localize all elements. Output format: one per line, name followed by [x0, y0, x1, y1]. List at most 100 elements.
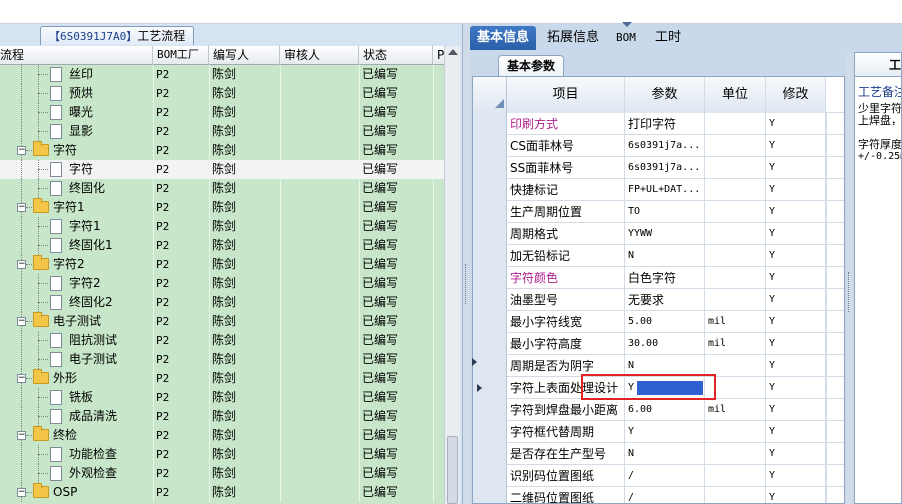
param-row[interactable]: 最小字符线宽 5.00 mil Y: [473, 311, 844, 333]
param-row[interactable]: 二维码位置图纸 / Y: [473, 487, 844, 503]
tree-step-row[interactable]: 功能检查 P2 陈剑 已编写: [0, 445, 444, 464]
row-indicator[interactable]: [473, 113, 507, 135]
param-row[interactable]: 识别码位置图纸 / Y: [473, 465, 844, 487]
param-modify-flag[interactable]: Y: [766, 113, 826, 135]
param-modify-flag[interactable]: Y: [766, 245, 826, 267]
param-row[interactable]: 字符到焊盘最小距离 6.00 mil Y: [473, 399, 844, 421]
collapse-toggle-icon[interactable]: −: [17, 374, 26, 383]
param-value[interactable]: 6.00: [625, 399, 705, 421]
tab-basic-info[interactable]: 基本信息: [470, 26, 537, 50]
scroll-thumb[interactable]: [447, 436, 458, 504]
collapse-toggle-icon[interactable]: −: [17, 203, 26, 212]
col-unit[interactable]: 单位: [705, 77, 766, 113]
param-value[interactable]: N: [625, 443, 705, 465]
panel-splitter[interactable]: [463, 24, 470, 504]
param-value[interactable]: 白色字符: [625, 267, 705, 289]
param-modify-flag[interactable]: Y: [766, 333, 826, 355]
param-row[interactable]: 印刷方式 打印字符 Y: [473, 113, 844, 135]
row-indicator[interactable]: [473, 333, 507, 355]
param-modify-flag[interactable]: Y: [766, 201, 826, 223]
col-reviewer[interactable]: 审核人: [280, 46, 359, 65]
tab-work-hours[interactable]: 工时: [648, 26, 688, 50]
param-value[interactable]: TO: [625, 201, 705, 223]
param-row[interactable]: 加无铅标记 N Y: [473, 245, 844, 267]
tree-step-row[interactable]: 曝光 P2 陈剑 已编写: [0, 103, 444, 122]
tree-folder-row[interactable]: − 电子测试 P2 陈剑 已编写: [0, 312, 444, 331]
param-value[interactable]: 无要求: [625, 289, 705, 311]
param-value[interactable]: 6s0391j7a...: [625, 157, 705, 179]
param-value[interactable]: /: [625, 487, 705, 503]
row-indicator[interactable]: [473, 201, 507, 223]
param-row[interactable]: 最小字符高度 30.00 mil Y: [473, 333, 844, 355]
tree-folder-row[interactable]: − OSP P2 陈剑 已编写: [0, 483, 444, 502]
param-modify-flag[interactable]: Y: [766, 289, 826, 311]
param-modify-flag[interactable]: Y: [766, 179, 826, 201]
notes-splitter[interactable]: [846, 52, 853, 504]
col-item[interactable]: 项目: [507, 77, 625, 113]
param-value[interactable]: 打印字符: [625, 113, 705, 135]
notes-splitter-grip[interactable]: [848, 272, 851, 312]
row-indicator[interactable]: [473, 465, 507, 487]
row-indicator[interactable]: [473, 245, 507, 267]
col-status[interactable]: 状态: [359, 46, 433, 65]
tab-extended-info[interactable]: 拓展信息: [540, 26, 606, 50]
param-modify-flag[interactable]: Y: [766, 311, 826, 333]
col-extra[interactable]: P: [433, 46, 444, 65]
tree-step-row[interactable]: 终固化1 P2 陈剑 已编写: [0, 236, 444, 255]
row-indicator[interactable]: [473, 443, 507, 465]
tree-folder-row[interactable]: − 字符1 P2 陈剑 已编写: [0, 198, 444, 217]
col-author[interactable]: 编写人: [209, 46, 280, 65]
param-row[interactable]: 字符颜色 白色字符 Y: [473, 267, 844, 289]
process-flow-tab[interactable]: 【6S0391J7A0】工艺流程: [40, 26, 195, 45]
param-modify-flag[interactable]: Y: [766, 135, 826, 157]
row-indicator[interactable]: [473, 267, 507, 289]
tree-step-row[interactable]: 丝印 P2 陈剑 已编写: [0, 65, 444, 84]
row-indicator[interactable]: [473, 399, 507, 421]
collapse-toggle-icon[interactable]: −: [17, 488, 26, 497]
param-modify-flag[interactable]: Y: [766, 421, 826, 443]
collapse-toggle-icon[interactable]: −: [17, 260, 26, 269]
col-modify[interactable]: 修改: [766, 77, 826, 113]
param-modify-flag[interactable]: Y: [766, 267, 826, 289]
row-indicator[interactable]: [473, 179, 507, 201]
collapse-toggle-icon[interactable]: −: [17, 146, 26, 155]
tree-scrollbar[interactable]: [444, 46, 460, 504]
tree-step-row[interactable]: 阻抗测试 P2 陈剑 已编写: [0, 331, 444, 350]
param-row[interactable]: 是否存在生产型号 N Y: [473, 443, 844, 465]
row-indicator[interactable]: [473, 377, 507, 399]
tree-step-row[interactable]: 字符2 P2 陈剑 已编写: [0, 274, 444, 293]
col-param[interactable]: 参数: [625, 77, 705, 113]
tree-step-row[interactable]: 成品清洗 P2 陈剑 已编写: [0, 407, 444, 426]
param-row[interactable]: 油墨型号 无要求 Y: [473, 289, 844, 311]
collapse-toggle-icon[interactable]: −: [17, 431, 26, 440]
param-row[interactable]: 字符框代替周期 Y Y: [473, 421, 844, 443]
row-indicator[interactable]: [473, 157, 507, 179]
row-indicator[interactable]: [473, 355, 507, 377]
row-indicator[interactable]: [473, 289, 507, 311]
param-row[interactable]: SS面菲林号 6s0391j7a... Y: [473, 157, 844, 179]
tree-folder-row[interactable]: − 字符2 P2 陈剑 已编写: [0, 255, 444, 274]
notes-tab[interactable]: 工: [855, 53, 901, 77]
tree-folder-row[interactable]: − 终检 P2 陈剑 已编写: [0, 426, 444, 445]
col-bom-factory[interactable]: BOM工厂: [153, 46, 209, 65]
scroll-up-icon[interactable]: [448, 49, 458, 55]
param-value[interactable]: /: [625, 465, 705, 487]
param-row[interactable]: 快捷标记 FP+UL+DAT... Y: [473, 179, 844, 201]
tree-step-row[interactable]: 显影 P2 陈剑 已编写: [0, 122, 444, 141]
tree-step-row[interactable]: 电子测试 P2 陈剑 已编写: [0, 350, 444, 369]
tree-step-row[interactable]: 字符1 P2 陈剑 已编写: [0, 217, 444, 236]
param-modify-flag[interactable]: Y: [766, 355, 826, 377]
param-modify-flag[interactable]: Y: [766, 377, 826, 399]
tree-step-row[interactable]: 铣板 P2 陈剑 已编写: [0, 388, 444, 407]
col-process[interactable]: 流程: [0, 46, 153, 65]
param-modify-flag[interactable]: Y: [766, 157, 826, 179]
tree-step-row[interactable]: 外观检查 P2 陈剑 已编写: [0, 464, 444, 483]
param-value[interactable]: Y: [625, 421, 705, 443]
param-value[interactable]: 5.00: [625, 311, 705, 333]
param-value[interactable]: 6s0391j7a...: [625, 135, 705, 157]
row-indicator[interactable]: [473, 135, 507, 157]
row-indicator[interactable]: [473, 487, 507, 503]
row-indicator[interactable]: [473, 311, 507, 333]
param-row[interactable]: 生产周期位置 TO Y: [473, 201, 844, 223]
param-modify-flag[interactable]: Y: [766, 223, 826, 245]
